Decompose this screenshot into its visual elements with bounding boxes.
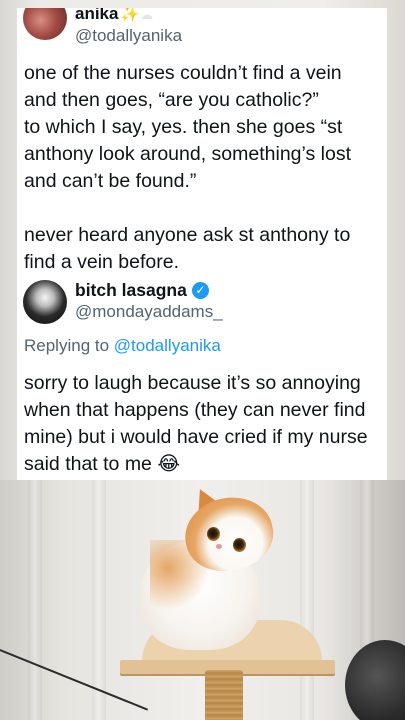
- cat-eye: [207, 527, 220, 541]
- author-name-text: anika: [75, 8, 119, 23]
- scratching-post: [205, 670, 243, 720]
- tweet-body-continued: never heard anyone ask st anthony to fin…: [24, 224, 351, 273]
- sparkles-icon: ✨: [120, 8, 140, 23]
- curtain-fold: [92, 480, 106, 720]
- cable: [0, 645, 148, 711]
- replying-prefix: Replying to: [24, 336, 110, 355]
- author-handle[interactable]: @todallyanika: [75, 26, 182, 46]
- cat-video-background: [0, 480, 405, 720]
- curtain-fold: [28, 480, 42, 720]
- reply-author-name-text: bitch lasagna: [75, 280, 187, 300]
- replying-to: Replying to @todallyanika: [24, 336, 221, 356]
- avatar[interactable]: [23, 8, 67, 40]
- tweet-screenshot-card: anika ✨☁ @todallyanika one of the nurses …: [17, 8, 387, 480]
- verified-badge-icon: ✓: [191, 282, 209, 299]
- cloud-icon: ☁: [140, 8, 154, 22]
- lamp: [345, 640, 405, 720]
- reply-author-handle[interactable]: @mondayaddams_: [75, 302, 223, 322]
- curtain-fold: [300, 480, 314, 720]
- cat-eye: [233, 538, 246, 552]
- replying-to-link[interactable]: @todallyanika: [114, 336, 221, 355]
- cat-nose: [216, 544, 222, 549]
- reply-author-name[interactable]: bitch lasagna ✓: [75, 280, 209, 301]
- reply-body: sorry to laugh because it’s so annoying …: [24, 372, 368, 475]
- reply-avatar[interactable]: [23, 280, 67, 324]
- author-name[interactable]: anika ✨☁: [75, 8, 153, 24]
- tweet-body: one of the nurses couldn’t find a vein a…: [24, 62, 352, 192]
